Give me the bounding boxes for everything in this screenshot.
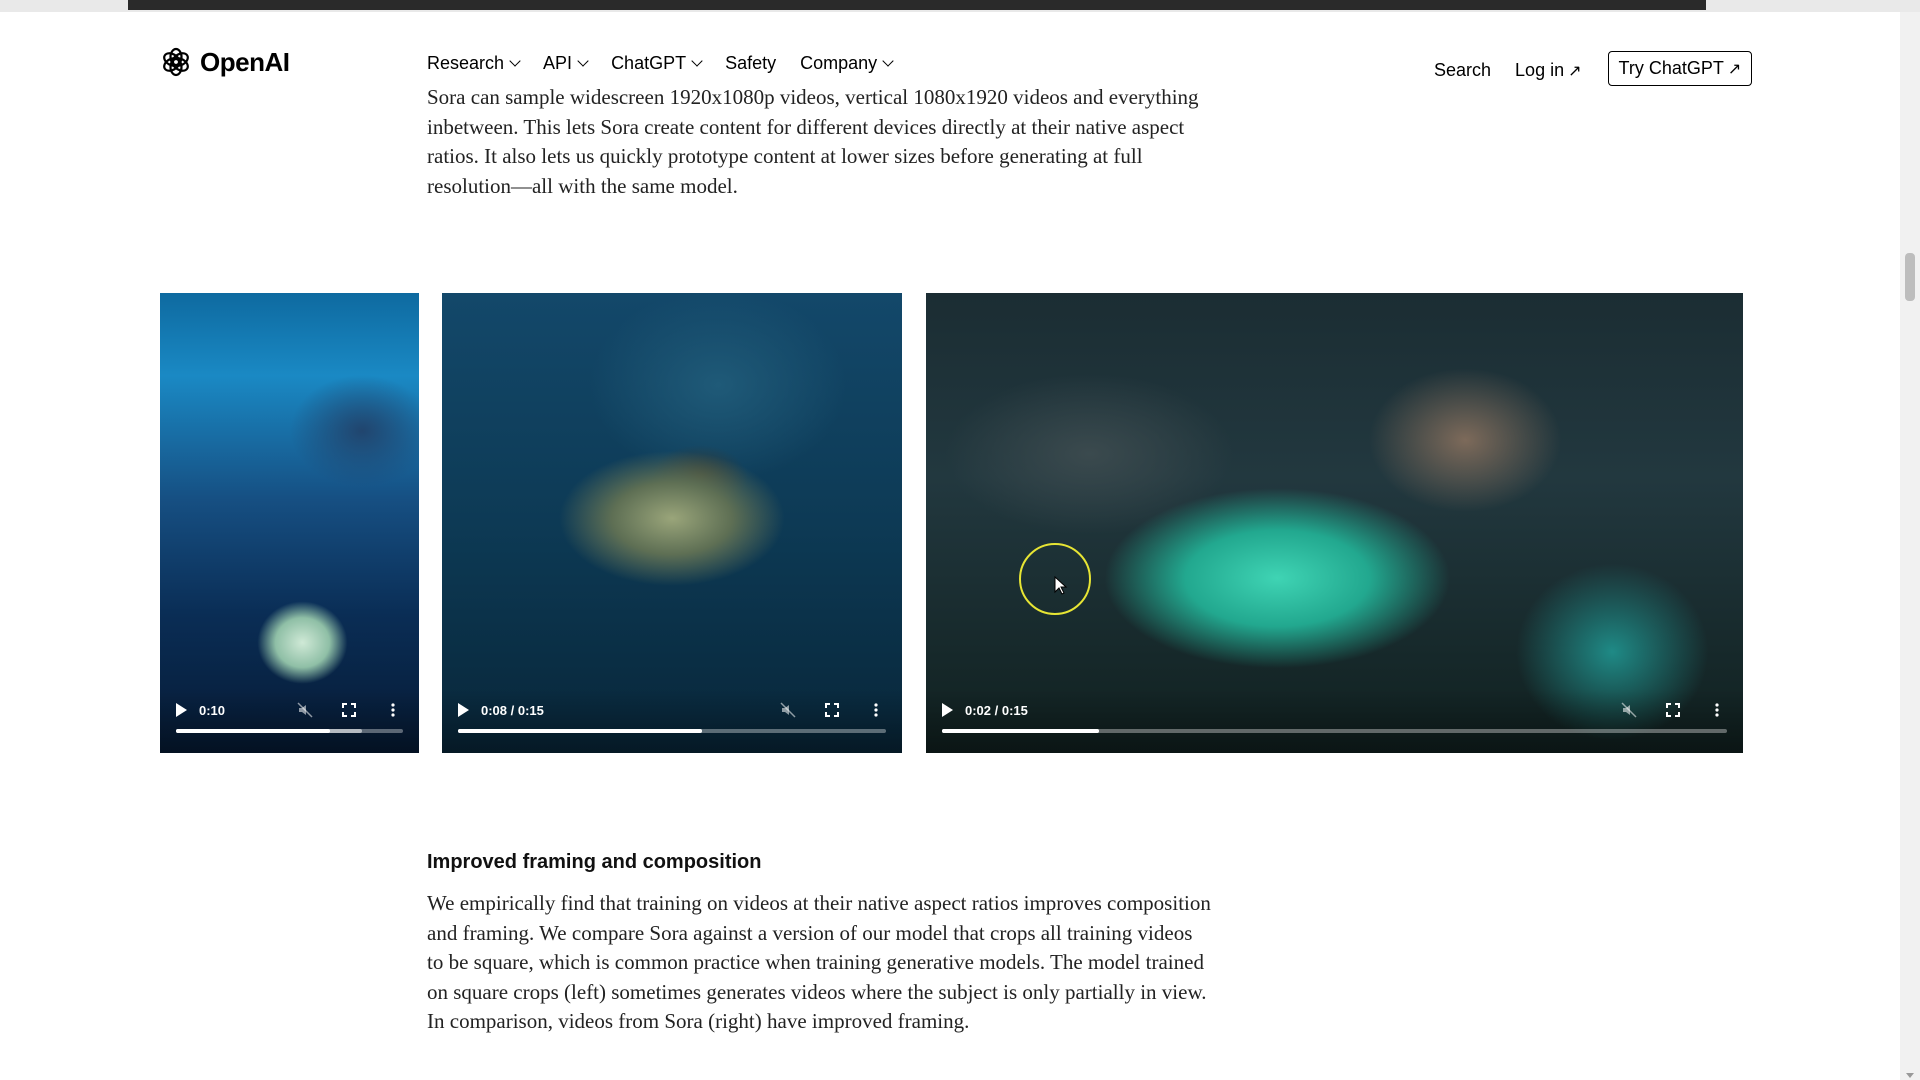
mute-icon[interactable]: [778, 700, 798, 720]
nav-item-api[interactable]: API: [543, 53, 589, 74]
nav-item-label: API: [543, 53, 573, 73]
mute-icon[interactable]: [295, 700, 315, 720]
try-chatgpt-label: Try ChatGPT: [1618, 58, 1724, 78]
fullscreen-icon[interactable]: [1663, 700, 1683, 720]
video-progress-bar[interactable]: [176, 729, 403, 733]
main-nav: Research API ChatGPT Safety Company: [427, 53, 916, 74]
play-icon[interactable]: [942, 703, 953, 717]
intro-paragraph: Sora can sample widescreen 1920x1080p vi…: [427, 85, 1199, 198]
fullscreen-icon[interactable]: [822, 700, 842, 720]
mute-icon[interactable]: [1619, 700, 1639, 720]
chevron-down-icon: [509, 55, 521, 67]
nav-item-label: Safety: [725, 53, 777, 73]
more-options-icon[interactable]: [1707, 700, 1727, 720]
video-progress-fill: [942, 729, 1099, 733]
site-header: OpenAI Research API ChatGPT Safety Compa…: [0, 12, 1900, 88]
video-time: 0:10: [199, 702, 226, 718]
page-scrollbar[interactable]: [1900, 12, 1920, 1080]
nav-item-research[interactable]: Research: [427, 53, 521, 74]
nav-item-label: Research: [427, 53, 505, 73]
video-time: 0:08 / 0:15: [481, 702, 544, 718]
video-progress-fill: [176, 729, 331, 733]
video-player-sora-square[interactable]: 0:08 / 0:15: [442, 293, 902, 753]
video-time: 0:02 / 0:15: [965, 702, 1028, 718]
video-controls: 0:02 / 0:15: [926, 689, 1743, 753]
login-link[interactable]: Log in ↗: [1515, 60, 1581, 81]
play-icon[interactable]: [458, 703, 469, 717]
nav-item-chatgpt[interactable]: ChatGPT: [611, 53, 703, 74]
nav-item-label: Company: [800, 53, 878, 73]
nav-item-safety[interactable]: Safety: [725, 53, 776, 74]
video-controls: 0:10: [160, 689, 419, 753]
section-heading: Improved framing and composition: [427, 851, 762, 873]
video-player-sora-widescreen[interactable]: 0:02 / 0:15: [926, 293, 1743, 753]
video-progress-fill: [458, 729, 702, 733]
brand-name: OpenAI: [200, 46, 290, 77]
video-controls: 0:08 / 0:15: [442, 689, 902, 753]
nav-item-company[interactable]: Company: [800, 53, 894, 74]
more-options-icon[interactable]: [383, 700, 403, 720]
search-link[interactable]: Search: [1434, 60, 1491, 81]
mouse-pointer-icon: [1054, 576, 1068, 595]
controls-row: 0:08 / 0:15: [458, 699, 886, 721]
top-shadow-bar: [128, 0, 1706, 10]
controls-row: 0:02 / 0:15: [942, 699, 1727, 721]
nav-item-label: ChatGPT: [611, 53, 687, 73]
external-arrow-icon: ↗: [1568, 63, 1582, 80]
section-paragraph: We empirically find that training on vid…: [427, 891, 1211, 1033]
chevron-down-icon: [882, 55, 894, 67]
login-label: Log in: [1515, 60, 1565, 80]
more-options-icon[interactable]: [866, 700, 886, 720]
fullscreen-icon[interactable]: [339, 700, 359, 720]
scroll-down-arrow-icon[interactable]: [1906, 1073, 1914, 1078]
play-icon[interactable]: [176, 703, 187, 717]
try-chatgpt-button[interactable]: Try ChatGPT ↗: [1607, 51, 1753, 86]
external-arrow-icon: ↗: [1727, 61, 1742, 78]
openai-logo-icon: [163, 47, 189, 77]
openai-logo-link[interactable]: OpenAI: [160, 46, 290, 78]
header-actions: Search Log in ↗ Try ChatGPT ↗: [1434, 51, 1753, 88]
scrollbar-thumb[interactable]: [1905, 253, 1915, 301]
video-progress-bar[interactable]: [458, 729, 886, 733]
controls-row: 0:10: [176, 699, 403, 721]
browser-top-bar: [0, 0, 1920, 12]
chevron-down-icon: [691, 55, 703, 67]
chevron-down-icon: [577, 55, 589, 67]
video-progress-bar[interactable]: [942, 729, 1727, 733]
video-player-square-crop[interactable]: 0:10: [160, 293, 419, 753]
